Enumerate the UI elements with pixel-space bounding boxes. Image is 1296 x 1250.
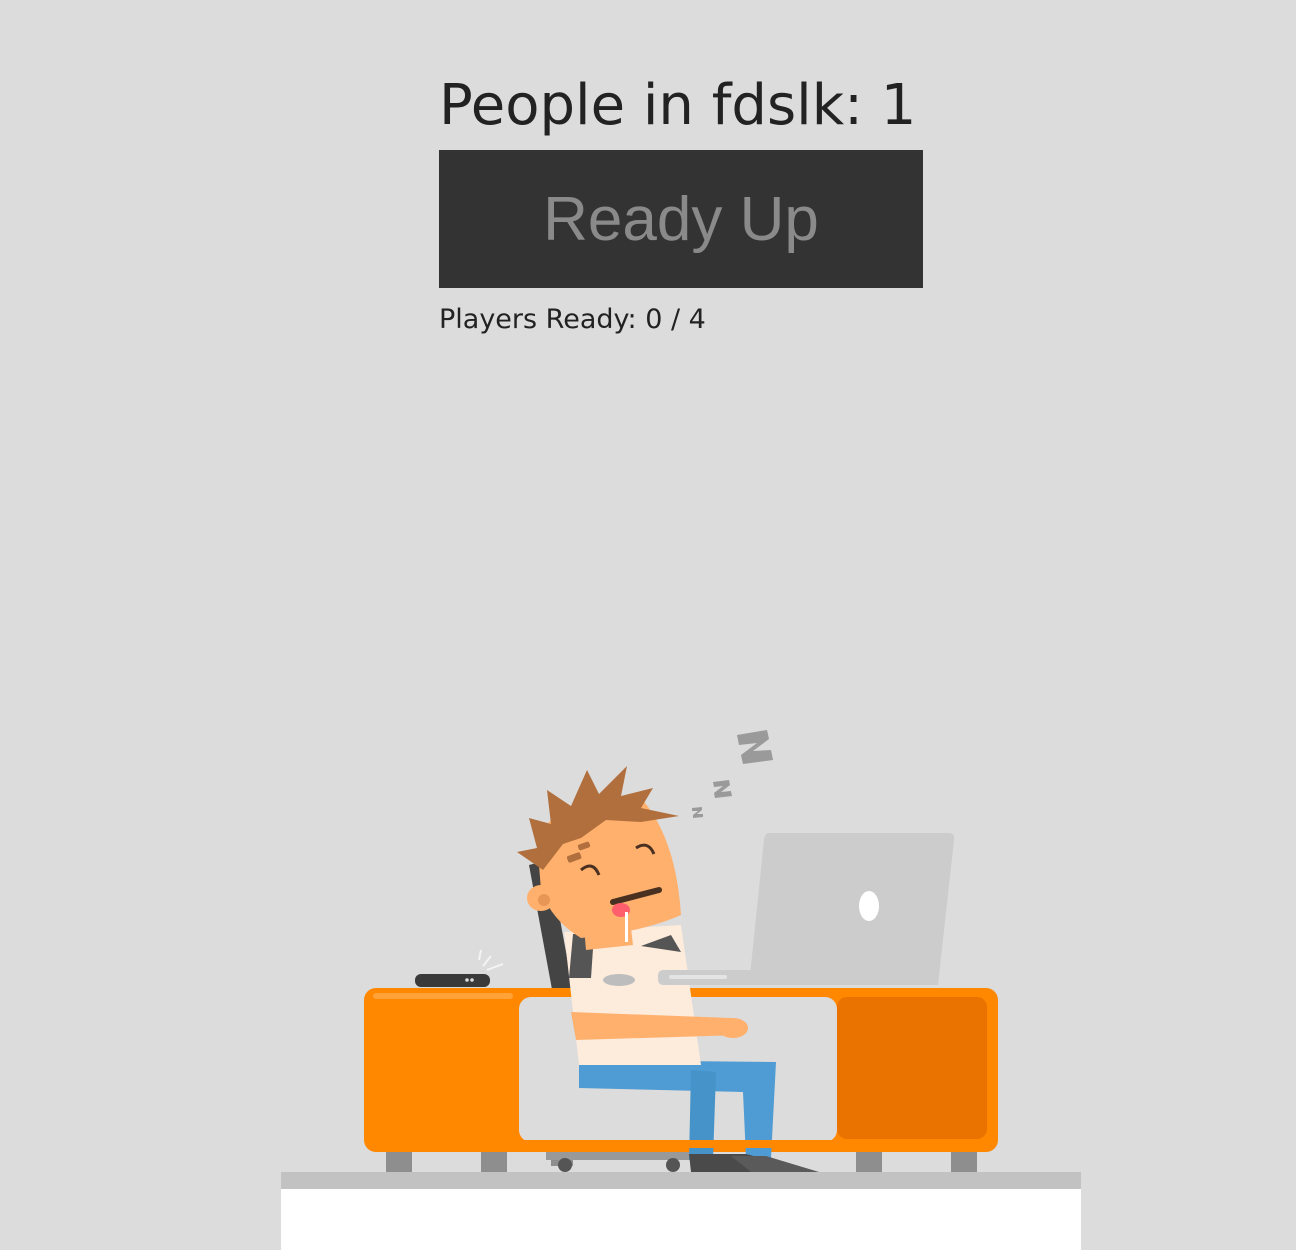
floor-strip [281,1172,1081,1189]
desk-front-rail [519,1140,837,1148]
room-title: People in fdslk: 1 [439,73,917,138]
sleep-zzz-icon [692,730,773,818]
phone-on-desk [415,949,504,987]
office-desk-scene [281,730,1081,1250]
laptop [658,833,955,985]
players-ready-status: Players Ready: 0 / 4 [439,304,706,335]
sleeping-worker-illustration [281,720,1081,1250]
lobby-panel: People in fdslk: 1 Ready Up Players Read… [439,68,923,335]
floor-base [281,1189,1081,1250]
ready-up-button[interactable]: Ready Up [439,150,923,288]
